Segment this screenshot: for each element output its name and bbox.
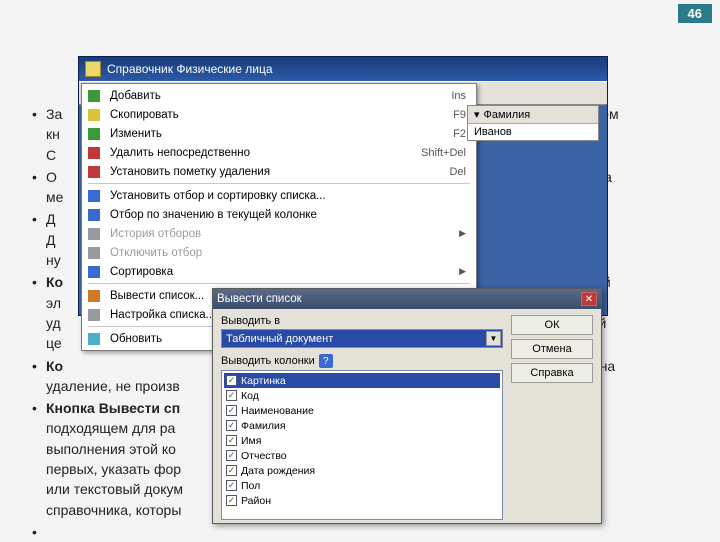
output-format-combo[interactable]: Табличный документ ▼ [221,329,503,348]
table-cell[interactable]: Иванов [468,124,598,140]
menu-shortcut: F2 [453,128,466,140]
column-name: Отчество [241,450,287,462]
menu-item[interactable]: Установить пометку удаленияDel [82,162,476,181]
menu-label: Установить отбор и сортировку списка... [110,190,466,202]
column-item[interactable]: ✓ Фамилия [224,418,500,433]
menu-shortcut: Ins [451,90,466,102]
menu-label: Установить пометку удаления [110,166,449,178]
menu-icon [86,145,102,161]
submenu-arrow-icon: ▶ [459,266,466,277]
output-to-label: Выводить в [221,315,503,327]
menu-icon [86,226,102,242]
table-fragment: ▾ Фамилия Иванов [467,105,599,141]
menu-label: Отключить отбор [110,247,466,259]
window-title: Справочник Физические лица [107,62,273,76]
menu-item[interactable]: Сортировка ▶ [82,262,476,281]
menu-item: Отключить отбор [82,243,476,262]
menu-shortcut: Del [449,166,466,178]
app-icon [85,61,101,77]
menu-label: Изменить [110,128,453,140]
menu-icon [86,207,102,223]
menu-label: Сортировка [110,266,455,278]
menu-icon [86,245,102,261]
combo-value: Табличный документ [226,333,333,345]
cancel-button[interactable]: Отмена [511,339,593,359]
menu-icon [86,126,102,142]
ok-button[interactable]: ОК [511,315,593,335]
menu-icon [86,88,102,104]
checkbox-icon[interactable]: ✓ [226,450,237,461]
column-header[interactable]: ▾ Фамилия [468,106,598,124]
menu-item[interactable]: ДобавитьIns [82,86,476,105]
column-item[interactable]: ✓ Пол [224,478,500,493]
export-list-dialog: Вывести список ✕ Выводить в Табличный до… [212,288,602,524]
menu-icon [86,331,102,347]
columns-listbox[interactable]: ✓ Картинка ✓ Код ✓ Наименование ✓ Фамилия ✓ Имя ✓ О… [221,370,503,520]
menu-icon [86,264,102,280]
column-item[interactable]: ✓ Код [224,388,500,403]
checkbox-icon[interactable]: ✓ [226,375,237,386]
menu-label: Скопировать [110,109,453,121]
column-item[interactable]: ✓ Наименование [224,403,500,418]
dialog-title: Вывести список [217,293,302,305]
menu-label: Отбор по значению в текущей колонке [110,209,466,221]
menu-shortcut: F9 [453,109,466,121]
column-name: Код [241,390,259,402]
checkbox-icon[interactable]: ✓ [226,390,237,401]
column-header-label: Фамилия [484,109,531,121]
menu-label: Добавить [110,90,451,102]
sort-arrow-icon: ▾ [474,108,480,121]
submenu-arrow-icon: ▶ [459,228,466,239]
menu-label: Удалить непосредственно [110,147,421,159]
menu-item[interactable]: Установить отбор и сортировку списка... [82,186,476,205]
column-name: Фамилия [241,420,286,432]
checkbox-icon[interactable]: ✓ [226,465,237,476]
dialog-titlebar[interactable]: Вывести список ✕ [213,289,601,309]
columns-label: Выводить колонки ? [221,354,503,368]
page-number-badge: 46 [678,4,712,23]
column-name: Имя [241,435,261,447]
checkbox-icon[interactable]: ✓ [226,420,237,431]
menu-icon [86,307,102,323]
column-item[interactable]: ✓ Отчество [224,448,500,463]
help-icon[interactable]: ? [319,354,333,368]
help-button[interactable]: Справка [511,363,593,383]
column-name: Пол [241,480,260,492]
menu-item[interactable]: ИзменитьF2 [82,124,476,143]
menu-icon [86,164,102,180]
menu-icon [86,107,102,123]
menu-item[interactable]: СкопироватьF9 [82,105,476,124]
checkbox-icon[interactable]: ✓ [226,495,237,506]
directory-window: Справочник Физические лица Действия▼ Доб… [78,56,608,316]
column-name: Дата рождения [241,465,315,477]
column-name: Картинка [241,375,286,387]
column-item[interactable]: ✓ Дата рождения [224,463,500,478]
checkbox-icon[interactable]: ✓ [226,435,237,446]
menu-item[interactable]: Удалить непосредственноShift+Del [82,143,476,162]
column-name: Район [241,495,271,507]
menu-icon [86,288,102,304]
menu-shortcut: Shift+Del [421,147,466,159]
column-item[interactable]: ✓ Район [224,493,500,508]
menu-item[interactable]: Отбор по значению в текущей колонке [82,205,476,224]
close-button[interactable]: ✕ [581,292,597,306]
menu-icon [86,188,102,204]
column-name: Наименование [241,405,314,417]
column-item[interactable]: ✓ Имя [224,433,500,448]
chevron-down-icon[interactable]: ▼ [486,331,501,346]
checkbox-icon[interactable]: ✓ [226,405,237,416]
menu-item: История отборов ▶ [82,224,476,243]
titlebar[interactable]: Справочник Физические лица [79,57,607,81]
menu-label: История отборов [110,228,455,240]
checkbox-icon[interactable]: ✓ [226,480,237,491]
column-item[interactable]: ✓ Картинка [224,373,500,388]
